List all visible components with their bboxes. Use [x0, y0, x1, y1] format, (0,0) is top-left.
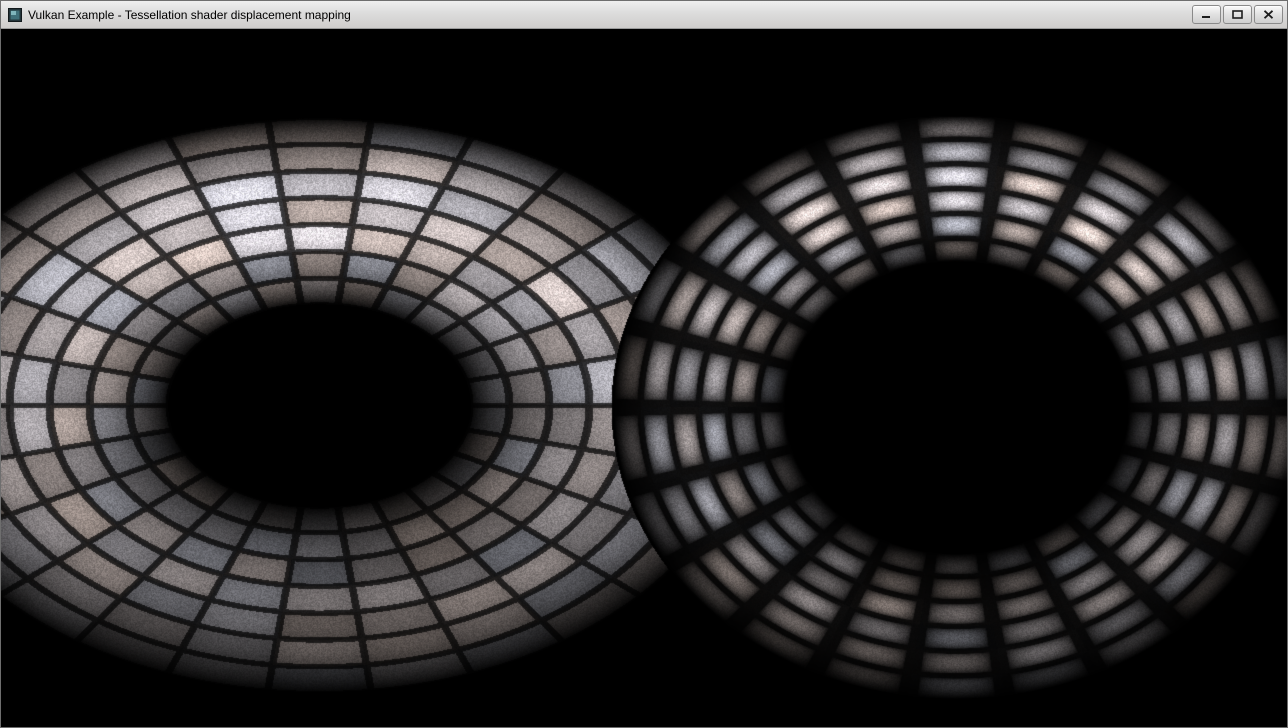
- minimize-icon: [1201, 10, 1212, 19]
- vulkan-app-icon: [8, 8, 22, 22]
- render-viewport[interactable]: [1, 29, 1287, 727]
- maximize-icon: [1232, 10, 1243, 19]
- vulkan-render-canvas[interactable]: [1, 29, 1287, 727]
- close-button[interactable]: [1254, 5, 1283, 24]
- window-title: Vulkan Example - Tessellation shader dis…: [28, 2, 1184, 28]
- app-icon[interactable]: [7, 7, 23, 23]
- app-window: Vulkan Example - Tessellation shader dis…: [0, 0, 1288, 728]
- minimize-button[interactable]: [1192, 5, 1221, 24]
- maximize-button[interactable]: [1223, 5, 1252, 24]
- window-controls: [1192, 5, 1283, 24]
- titlebar[interactable]: Vulkan Example - Tessellation shader dis…: [1, 1, 1287, 29]
- close-icon: [1263, 10, 1274, 19]
